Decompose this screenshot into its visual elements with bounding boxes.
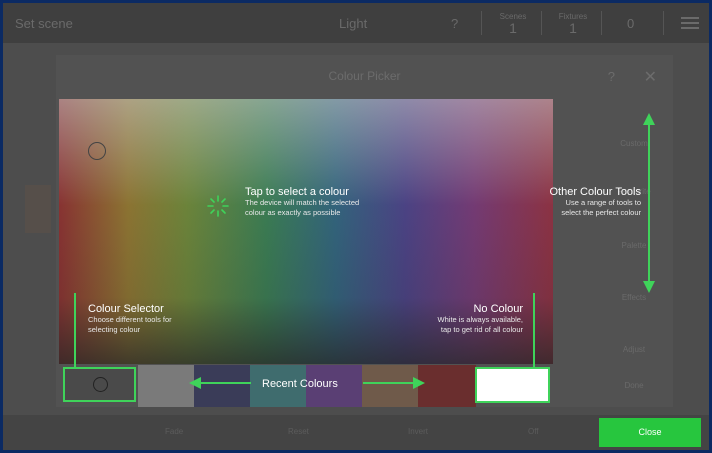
close-icon[interactable]: ✕ (644, 67, 657, 87)
side-button-effects[interactable]: Effects (602, 293, 666, 302)
scenes-counter[interactable]: Scenes 1 (493, 13, 533, 36)
bottom-item-reset[interactable]: Reset (288, 427, 309, 436)
divider (663, 11, 664, 35)
tap-annotation-line1: The device will match the selected (245, 198, 360, 207)
no-colour-title: No Colour (473, 303, 523, 315)
bottom-item-fade[interactable]: Fade (165, 427, 183, 436)
fixtures-counter-value: 1 (569, 20, 577, 36)
divider (481, 11, 482, 35)
tap-annotation-line2: colour as exactly as possible (245, 208, 341, 217)
divider (541, 11, 542, 35)
selector-line2: selecting colour (88, 325, 141, 334)
top-bar: Set scene Light ? Scenes 1 Fixtures 1 0 (3, 3, 709, 43)
colour-selector-button[interactable] (63, 367, 136, 402)
no-colour-line1: White is always available, (437, 315, 523, 324)
fixture-thumbnail[interactable] (25, 185, 51, 233)
selector-pointer-line (74, 293, 76, 368)
top-help-button[interactable]: ? (451, 16, 458, 31)
no-colour-button[interactable] (475, 367, 550, 403)
other-tools-line2: select the perfect colour (561, 208, 641, 217)
extra-counter[interactable]: 0 (627, 16, 634, 31)
selector-line1: Choose different tools for (88, 315, 172, 324)
right-arrow-icon (363, 377, 425, 389)
bottom-item-off[interactable]: Off (528, 427, 539, 436)
dialog-title: Colour Picker (328, 69, 401, 83)
no-colour-annotation: No Colour White is always available, tap… (383, 303, 523, 335)
no-colour-pointer-line (533, 293, 535, 368)
scenes-counter-value: 1 (509, 20, 517, 36)
app-frame: Set scene Light ? Scenes 1 Fixtures 1 0 … (3, 3, 709, 450)
vertical-arrow-icon (643, 113, 655, 293)
other-tools-title: Other Colour Tools (549, 186, 641, 198)
dialog-help-button[interactable]: ? (608, 69, 615, 84)
spectrum-selection-ring[interactable] (88, 142, 106, 160)
fixtures-counter[interactable]: Fixtures 1 (553, 13, 593, 36)
no-colour-line2: tap to get rid of all colour (440, 325, 523, 334)
side-button-done[interactable]: Done (602, 381, 666, 390)
tap-annotation: Tap to select a colour The device will m… (245, 186, 359, 218)
tap-annotation-title: Tap to select a colour (245, 186, 349, 198)
recent-swatch-6[interactable] (418, 365, 476, 407)
side-button-adjust[interactable]: Adjust (602, 345, 666, 354)
selector-annotation: Colour Selector Choose different tools f… (88, 303, 172, 335)
selector-title: Colour Selector (88, 303, 164, 315)
hamburger-icon[interactable] (681, 17, 699, 29)
set-scene-label[interactable]: Set scene (15, 16, 73, 31)
colour-ring-icon (93, 377, 108, 392)
divider (601, 11, 602, 35)
light-label[interactable]: Light (339, 16, 367, 31)
close-button[interactable]: Close (599, 418, 701, 447)
left-arrow-icon (189, 377, 251, 389)
bottom-item-invert[interactable]: Invert (408, 427, 428, 436)
recent-swatch-1[interactable] (138, 365, 194, 407)
other-tools-annotation: Other Colour Tools Use a range of tools … (509, 186, 641, 218)
tap-burst-icon (207, 195, 229, 217)
other-tools-line1: Use a range of tools to (565, 198, 641, 207)
recent-colours-label: Recent Colours (262, 378, 338, 390)
